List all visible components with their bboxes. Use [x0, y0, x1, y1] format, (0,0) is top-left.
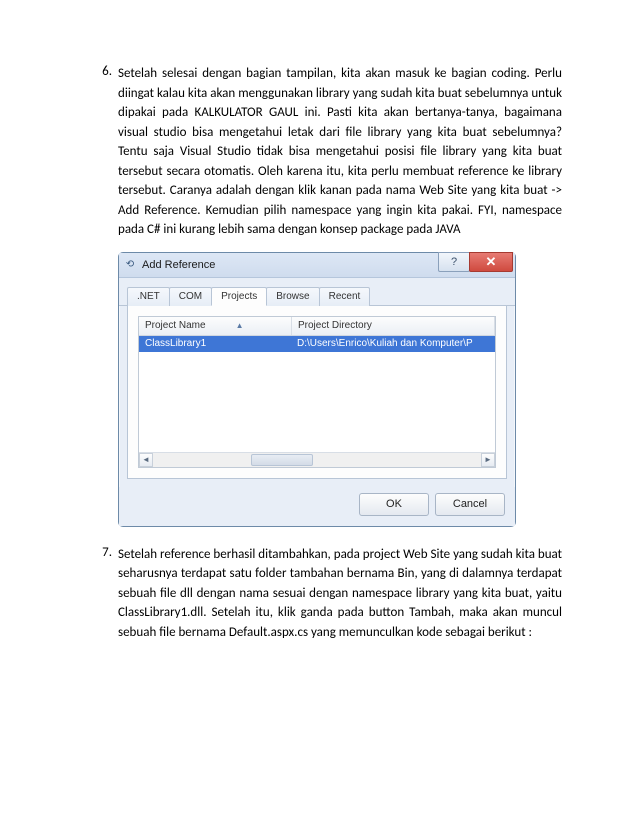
window-buttons: ? ✕ — [439, 252, 513, 272]
column-project-name[interactable]: Project Name ▲ — [139, 317, 292, 335]
list-text: Setelah selesai dengan bagian tampilan, … — [118, 64, 562, 240]
document-page: 6. Setelah selesai dengan bagian tampila… — [0, 0, 638, 642]
scroll-track[interactable] — [153, 453, 481, 467]
list-number: 7. — [90, 545, 118, 643]
list-item-6: 6. Setelah selesai dengan bagian tampila… — [90, 64, 562, 240]
add-reference-dialog: ⟲ Add Reference ? ✕ .NET COM Projects Br… — [118, 252, 516, 527]
tab-projects[interactable]: Projects — [211, 287, 267, 306]
column-label: Project Name — [145, 320, 206, 331]
sort-asc-icon: ▲ — [236, 321, 244, 330]
cancel-button[interactable]: Cancel — [435, 493, 505, 516]
tab-bar: .NET COM Projects Browse Recent — [119, 278, 515, 306]
embedded-screenshot: ⟲ Add Reference ? ✕ .NET COM Projects Br… — [118, 252, 514, 527]
list-item-7: 7. Setelah reference berhasil ditambahka… — [90, 545, 562, 643]
tab-browse[interactable]: Browse — [266, 287, 319, 306]
list-text: Setelah reference berhasil ditambahkan, … — [118, 545, 562, 643]
list-number: 6. — [90, 64, 118, 240]
link-icon: ⟲ — [123, 258, 137, 272]
column-label: Project Directory — [298, 320, 372, 331]
horizontal-scrollbar[interactable]: ◄ ► — [139, 452, 495, 467]
projects-grid[interactable]: Project Name ▲ Project Directory ClassLi… — [138, 316, 496, 468]
dialog-button-row: OK Cancel — [119, 487, 515, 526]
scroll-thumb[interactable] — [251, 454, 313, 466]
tab-com[interactable]: COM — [169, 287, 212, 306]
grid-header: Project Name ▲ Project Directory — [139, 317, 495, 336]
close-button[interactable]: ✕ — [469, 252, 513, 272]
table-row[interactable]: ClassLibrary1 D:\Users\Enrico\Kuliah dan… — [139, 336, 495, 352]
column-project-directory[interactable]: Project Directory — [292, 317, 495, 335]
scroll-left-icon[interactable]: ◄ — [139, 453, 153, 467]
ok-button[interactable]: OK — [359, 493, 429, 516]
dialog-titlebar: ⟲ Add Reference ? ✕ — [119, 253, 515, 278]
tab-recent[interactable]: Recent — [319, 287, 371, 306]
tab-net[interactable]: .NET — [127, 287, 170, 306]
cell-project-directory: D:\Users\Enrico\Kuliah dan Komputer\P — [291, 336, 495, 352]
cell-project-name: ClassLibrary1 — [139, 336, 291, 352]
scroll-right-icon[interactable]: ► — [481, 453, 495, 467]
help-button[interactable]: ? — [438, 252, 470, 272]
tab-panel: Project Name ▲ Project Directory ClassLi… — [127, 306, 507, 479]
